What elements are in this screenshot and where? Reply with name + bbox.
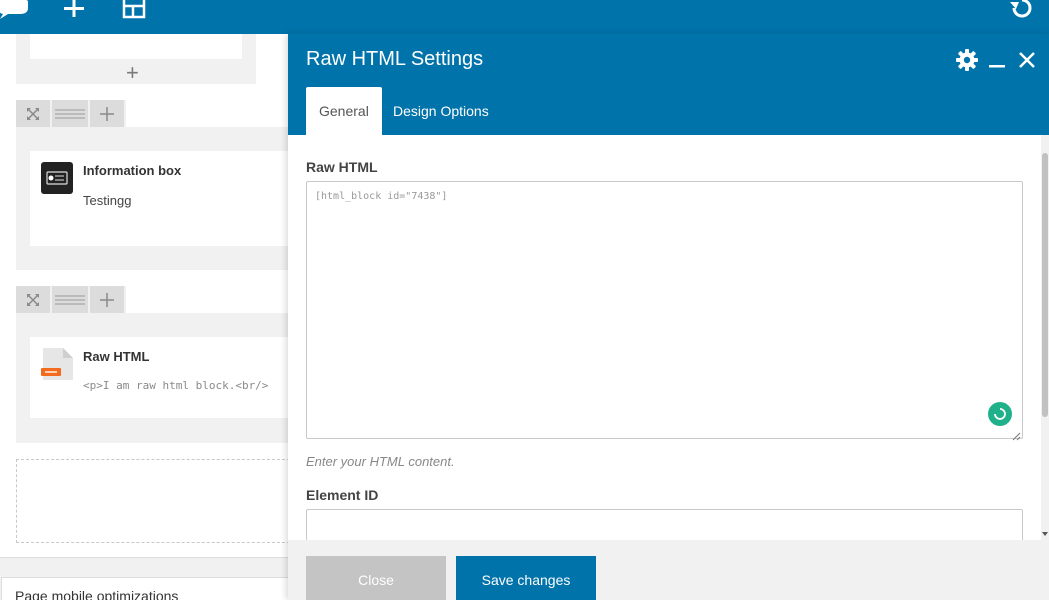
row-controls xyxy=(16,286,126,313)
raw-html-code: [html_block id="7438"] xyxy=(315,191,448,202)
plus-icon[interactable] xyxy=(62,0,86,23)
scrollbar-thumb[interactable] xyxy=(1042,153,1048,417)
row-block: + xyxy=(16,34,256,84)
drag-handle-icon[interactable] xyxy=(52,100,90,127)
expand-icon[interactable] xyxy=(16,286,52,313)
element-id-input[interactable] xyxy=(306,509,1023,540)
element-title: Raw HTML xyxy=(83,349,150,364)
element-title: Information box xyxy=(83,163,182,178)
info-box-icon xyxy=(41,162,73,194)
element-card-information-box[interactable]: Information box Testingg xyxy=(30,151,300,246)
add-element-button[interactable]: + xyxy=(126,62,139,84)
mobile-optimizations-panel[interactable]: Page mobile optimizations xyxy=(1,577,301,600)
tab-design-options[interactable]: Design Options xyxy=(380,87,502,135)
panel-scrollbar[interactable] xyxy=(1041,135,1049,540)
element-card-raw-html[interactable]: Raw HTML <p>I am raw html block.<br/> xyxy=(30,337,300,418)
raw-html-editor[interactable]: [html_block id="7438"] xyxy=(306,181,1023,441)
add-column-icon[interactable] xyxy=(90,100,126,127)
gear-icon[interactable] xyxy=(955,48,979,72)
panel-body: Raw HTML [html_block id="7438"] Enter yo… xyxy=(288,135,1049,540)
save-button[interactable]: Save changes xyxy=(456,556,596,600)
builder-canvas: + Information box Testingg Raw HTML <p>I… xyxy=(0,34,300,558)
html-file-icon xyxy=(41,348,73,380)
add-column-icon[interactable] xyxy=(90,286,126,313)
panel-footer: Close Save changes xyxy=(288,540,1049,600)
mobile-optimizations-label: Page mobile optimizations xyxy=(15,588,179,600)
element-id-label: Element ID xyxy=(306,487,379,503)
raw-html-label: Raw HTML xyxy=(306,159,378,175)
layout-icon[interactable] xyxy=(122,0,146,24)
undo-icon[interactable] xyxy=(1008,0,1036,25)
raw-html-help: Enter your HTML content. xyxy=(306,454,455,469)
element-subtitle: Testingg xyxy=(83,193,132,208)
scroll-down-arrow-icon[interactable] xyxy=(1042,532,1048,536)
expand-icon[interactable] xyxy=(16,100,52,127)
row-controls xyxy=(16,100,126,127)
resize-handle-icon[interactable] xyxy=(1012,428,1021,441)
tab-general[interactable]: General xyxy=(306,87,382,135)
comment-icon[interactable] xyxy=(0,0,30,25)
column-card xyxy=(30,34,242,59)
panel-tools xyxy=(955,48,1039,72)
minimize-icon[interactable] xyxy=(985,48,1009,72)
settings-panel: Raw HTML Settings General Design Options… xyxy=(288,34,1049,600)
row-block: Raw HTML <p>I am raw html block.<br/> xyxy=(16,313,300,443)
element-code-preview: <p>I am raw html block.<br/> xyxy=(83,379,269,392)
close-icon[interactable] xyxy=(1015,48,1039,72)
row-block: Information box Testingg xyxy=(16,127,300,270)
close-button[interactable]: Close xyxy=(306,556,446,600)
panel-title: Raw HTML Settings xyxy=(306,48,484,70)
panel-header: Raw HTML Settings General Design Options xyxy=(288,34,1049,135)
top-toolbar xyxy=(0,0,1049,34)
add-row-placeholder[interactable] xyxy=(16,459,300,543)
drag-handle-icon[interactable] xyxy=(52,286,90,313)
loading-spinner-icon xyxy=(988,402,1012,426)
